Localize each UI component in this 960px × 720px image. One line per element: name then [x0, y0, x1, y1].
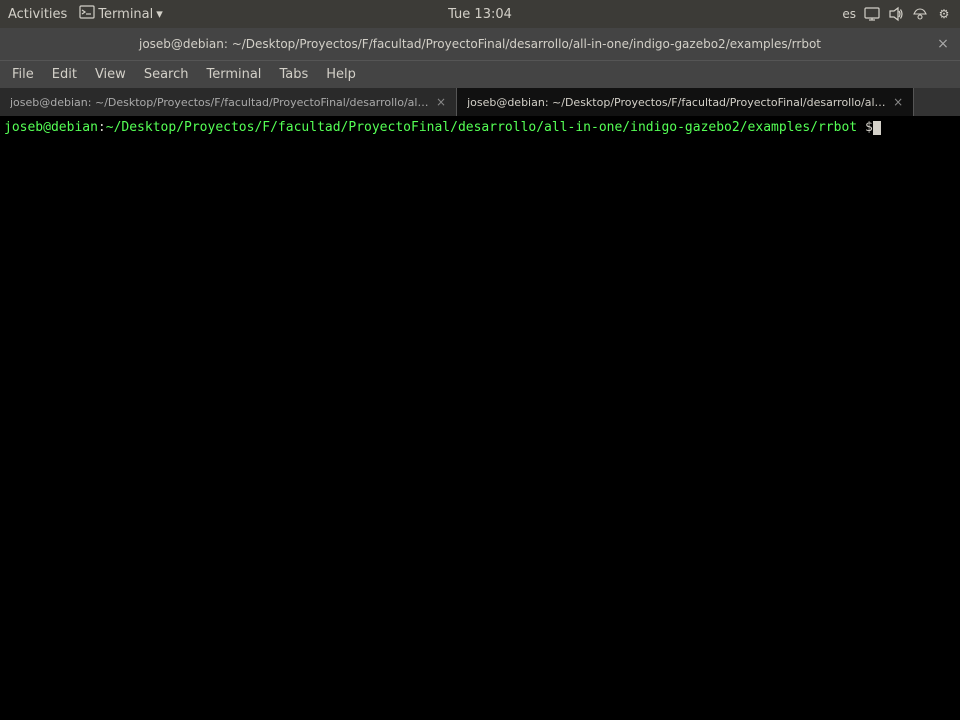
menu-bar: File Edit View Search Terminal Tabs Help	[0, 60, 960, 88]
display-icon	[864, 6, 880, 22]
tab-1[interactable]: joseb@debian: ~/Desktop/Proyectos/F/facu…	[0, 88, 457, 116]
terminal-app-button[interactable]: Terminal ▾	[79, 4, 162, 24]
prompt-dollar	[857, 120, 865, 135]
terminal-content[interactable]: joseb@debian : ~/Desktop/Proyectos/F/fac…	[0, 116, 960, 720]
tab-2[interactable]: joseb@debian: ~/Desktop/Proyectos/F/facu…	[457, 88, 914, 116]
menu-view[interactable]: View	[87, 64, 134, 85]
menu-edit[interactable]: Edit	[44, 64, 85, 85]
system-bar-left: Activities Terminal ▾	[8, 4, 163, 24]
prompt-dollar-sign: $	[865, 120, 873, 135]
tab-2-label: joseb@debian: ~/Desktop/Proyectos/F/facu…	[467, 96, 887, 109]
prompt-path: ~/Desktop/Proyectos/F/facultad/ProyectoF…	[106, 120, 857, 135]
menu-tabs[interactable]: Tabs	[271, 64, 316, 85]
network-icon	[912, 6, 928, 22]
window-close-button[interactable]: ×	[934, 35, 952, 53]
terminal-app-label: Terminal	[98, 7, 153, 22]
menu-terminal[interactable]: Terminal	[198, 64, 269, 85]
terminal-window: joseb@debian: ~/Desktop/Proyectos/F/facu…	[0, 28, 960, 720]
menu-search[interactable]: Search	[136, 64, 197, 85]
prompt-separator: :	[98, 120, 106, 135]
activities-button[interactable]: Activities	[8, 7, 67, 22]
terminal-cursor	[873, 121, 881, 135]
tab-1-close[interactable]: ×	[436, 95, 446, 109]
audio-icon	[888, 6, 904, 22]
system-bar: Activities Terminal ▾ Tue 13:04 es	[0, 0, 960, 28]
prompt-user: joseb@debian	[4, 120, 98, 135]
settings-icon: ⚙	[936, 6, 952, 22]
tabs-bar: joseb@debian: ~/Desktop/Proyectos/F/facu…	[0, 88, 960, 116]
tab-1-label: joseb@debian: ~/Desktop/Proyectos/F/facu…	[10, 96, 430, 109]
terminal-icon	[79, 4, 95, 24]
language-indicator[interactable]: es	[842, 7, 856, 21]
menu-help[interactable]: Help	[318, 64, 364, 85]
terminal-chevron-icon: ▾	[156, 7, 163, 22]
title-bar: joseb@debian: ~/Desktop/Proyectos/F/facu…	[0, 28, 960, 60]
tab-2-close[interactable]: ×	[893, 95, 903, 109]
window-title: joseb@debian: ~/Desktop/Proyectos/F/facu…	[26, 37, 934, 51]
system-tray: es ⚙	[842, 6, 952, 22]
menu-file[interactable]: File	[4, 64, 42, 85]
prompt-line: joseb@debian : ~/Desktop/Proyectos/F/fac…	[4, 120, 956, 135]
system-time: Tue 13:04	[448, 7, 512, 22]
